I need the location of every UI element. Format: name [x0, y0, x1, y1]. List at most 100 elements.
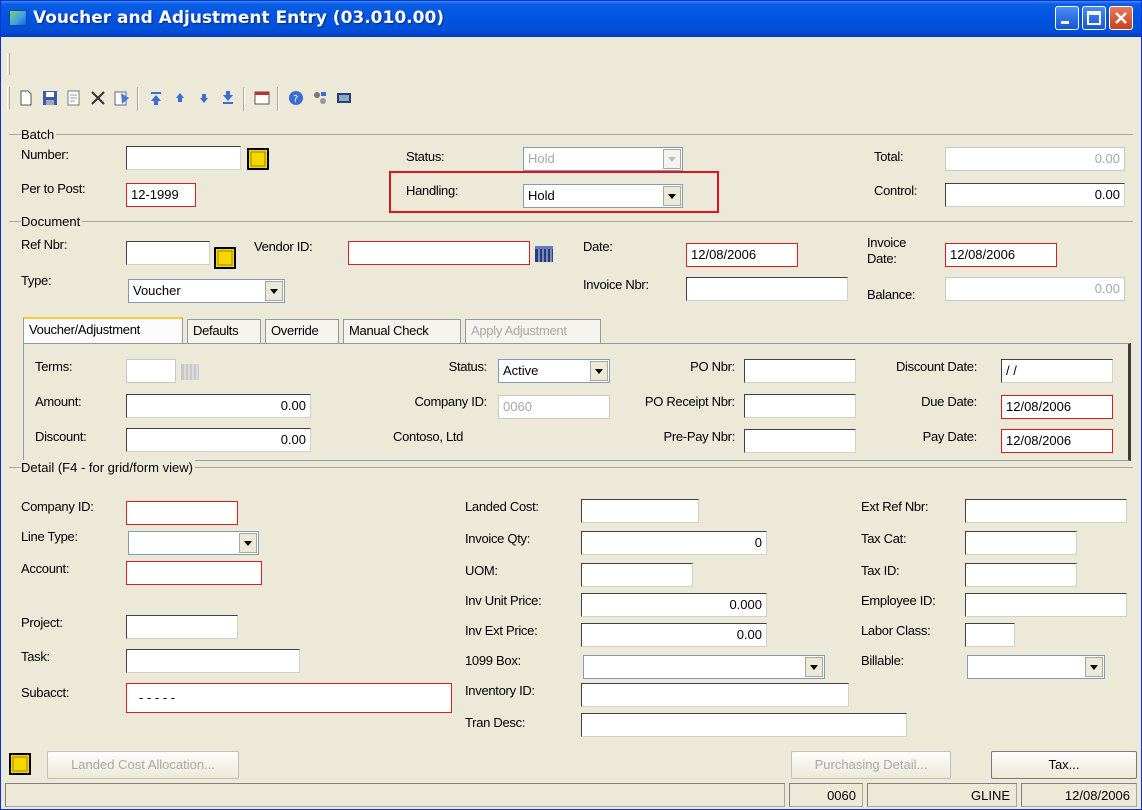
new-button[interactable]	[15, 87, 37, 109]
due-date-label: Due Date:	[921, 394, 977, 409]
toolbar-separator	[243, 87, 245, 111]
box-1099-select[interactable]	[583, 655, 825, 679]
terms-input[interactable]	[126, 359, 176, 383]
detail-note-button[interactable]	[9, 753, 31, 775]
invoice-date-input[interactable]: 12/08/2006	[945, 243, 1057, 267]
note-icon	[247, 148, 269, 170]
last-button[interactable]	[217, 87, 239, 109]
delete-button[interactable]	[87, 87, 109, 109]
first-icon	[151, 92, 161, 105]
inv-ext-price-label: Inv Ext Price:	[465, 623, 538, 638]
tax-cat-label: Tax Cat:	[861, 531, 907, 546]
company-id-input: 0060	[498, 395, 610, 419]
company-id-label: Company ID:	[414, 394, 487, 409]
invoice-nbr-input[interactable]	[686, 277, 848, 301]
chevron-down-icon	[239, 533, 257, 553]
chevron-down-icon	[1085, 657, 1103, 677]
uom-input[interactable]	[581, 563, 693, 587]
form-button[interactable]	[251, 87, 273, 109]
svg-text:?: ?	[293, 94, 298, 105]
pay-date-input[interactable]: 12/08/2006	[1001, 429, 1113, 453]
batch-note-button[interactable]	[247, 148, 269, 170]
amount-input[interactable]: 0.00	[126, 394, 311, 418]
type-select[interactable]: Voucher	[128, 279, 285, 303]
tran-desc-input[interactable]	[581, 713, 907, 737]
terms-label: Terms:	[35, 359, 73, 374]
inv-ext-price-input[interactable]: 0.00	[581, 623, 767, 647]
quick-send-button[interactable]	[333, 87, 355, 109]
close-button[interactable]	[1109, 6, 1133, 30]
handling-select[interactable]: Hold	[523, 184, 683, 208]
voucher-status-label: Status:	[448, 359, 488, 374]
tab-defaults[interactable]: Defaults	[187, 319, 261, 343]
discount-input[interactable]: 0.00	[126, 428, 311, 452]
control-input[interactable]: 0.00	[945, 183, 1125, 207]
batch-number-input[interactable]	[126, 146, 241, 170]
detail-company-id-input[interactable]	[126, 501, 238, 525]
billable-select[interactable]	[967, 655, 1105, 679]
first-button[interactable]	[145, 87, 167, 109]
quick-send-icon	[337, 93, 351, 103]
save-button[interactable]	[39, 87, 61, 109]
lookup-icon	[181, 364, 199, 380]
tax-id-input[interactable]	[965, 563, 1077, 587]
paste-icon	[114, 91, 129, 106]
labor-class-input[interactable]	[965, 623, 1015, 647]
vendor-id-input[interactable]	[348, 241, 530, 265]
line-type-select[interactable]	[128, 531, 259, 555]
task-input[interactable]	[126, 649, 300, 673]
landed-cost-input[interactable]	[581, 499, 699, 523]
labor-class-label: Labor Class:	[861, 623, 931, 638]
po-receipt-nbr-label: PO Receipt Nbr:	[644, 394, 735, 409]
document-header: Document	[21, 214, 83, 229]
window-title: Voucher and Adjustment Entry (03.010.00)	[33, 8, 445, 28]
next-button[interactable]	[193, 87, 215, 109]
task-label: Task:	[21, 649, 50, 664]
per-to-post-input[interactable]: 12-1999	[126, 183, 196, 207]
batch-number-label: Number:	[21, 147, 69, 162]
title-bar[interactable]: Voucher and Adjustment Entry (03.010.00)	[1, 1, 1141, 37]
pre-pay-nbr-input[interactable]	[744, 429, 856, 453]
new-icon	[20, 90, 32, 106]
employee-id-input[interactable]	[965, 593, 1127, 617]
total-label: Total:	[874, 149, 904, 164]
tax-button[interactable]: Tax...	[991, 751, 1137, 779]
batch-group: Batch	[9, 127, 1133, 142]
previous-button[interactable]	[169, 87, 191, 109]
subacct-input[interactable]: - - - - -	[126, 683, 452, 713]
due-date-input[interactable]: 12/08/2006	[1001, 395, 1113, 419]
project-input[interactable]	[126, 615, 238, 639]
inventory-id-input[interactable]	[581, 683, 849, 707]
toolbar-grip[interactable]	[7, 87, 10, 109]
grip-handle[interactable]	[7, 53, 10, 75]
vendor-lookup-button[interactable]	[533, 243, 555, 265]
help-icon: ?	[289, 91, 303, 105]
voucher-status-select[interactable]: Active	[498, 359, 610, 383]
ext-ref-nbr-label: Ext Ref Nbr:	[861, 499, 929, 514]
customize-button[interactable]	[309, 87, 331, 109]
inv-unit-price-input[interactable]: 0.000	[581, 593, 767, 617]
terms-lookup-button	[179, 361, 201, 383]
billable-label: Billable:	[861, 653, 904, 668]
help-button[interactable]: ?	[285, 87, 307, 109]
document-note-button[interactable]	[214, 247, 236, 269]
maximize-button[interactable]	[1082, 6, 1106, 30]
po-nbr-input[interactable]	[744, 359, 856, 383]
tab-override[interactable]: Override	[265, 319, 339, 343]
discount-date-input[interactable]: / /	[1001, 359, 1113, 383]
account-input[interactable]	[126, 561, 262, 585]
minimize-button[interactable]	[1055, 6, 1079, 30]
po-receipt-nbr-input[interactable]	[744, 394, 856, 418]
invoice-qty-input[interactable]: 0	[581, 531, 767, 555]
paste-button[interactable]	[111, 87, 133, 109]
tab-manual-check[interactable]: Manual Check	[343, 319, 461, 343]
batch-status-select[interactable]: Hold	[523, 147, 683, 171]
tab-voucher-adjustment[interactable]: Voucher/Adjustment	[23, 317, 183, 344]
date-input[interactable]: 12/08/2006	[686, 243, 798, 267]
uom-label: UOM:	[465, 563, 498, 578]
ext-ref-nbr-input[interactable]	[965, 499, 1127, 523]
ref-nbr-input[interactable]	[126, 241, 210, 265]
invoice-qty-label: Invoice Qty:	[465, 531, 531, 546]
copy-button[interactable]	[63, 87, 85, 109]
tax-cat-input[interactable]	[965, 531, 1077, 555]
